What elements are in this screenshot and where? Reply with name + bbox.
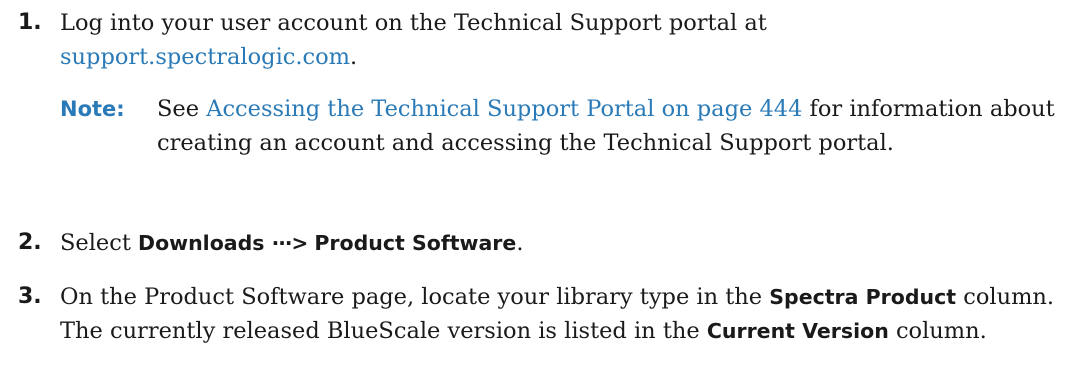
step-text-after: . <box>350 44 358 70</box>
step-number: 3. <box>18 284 42 309</box>
step-text-after: column. <box>888 318 987 344</box>
step-text-before: On the Product Software page, locate you… <box>60 284 770 310</box>
menu-downloads: Downloads <box>138 231 265 255</box>
current-version-column-name: Current Version <box>706 319 889 343</box>
menu-product-software: Product Software <box>314 231 517 255</box>
step-number: 1. <box>18 10 42 35</box>
spectra-product-column-name: Spectra Product <box>769 285 957 309</box>
step-text: Log into your user account on the Techni… <box>60 6 1065 74</box>
note-text-before: See <box>157 96 207 122</box>
support-site-link[interactable]: support.spectralogic.com <box>60 44 350 70</box>
step-text-before: Select <box>60 230 139 256</box>
note-label: Note: <box>60 97 125 121</box>
step-number: 2. <box>18 230 42 255</box>
portal-access-link[interactable]: Accessing the Technical Support Portal o… <box>206 96 802 122</box>
step-text-before: Log into your user account on the Techni… <box>60 10 767 36</box>
step-text: Select Downloads ···> Product Software. <box>60 226 1065 260</box>
step-text: On the Product Software page, locate you… <box>60 280 1065 348</box>
note-text: See Accessing the Technical Support Port… <box>157 92 1062 160</box>
step-text-after: . <box>516 230 524 256</box>
menu-path-arrow-icon: ···> <box>271 231 309 255</box>
